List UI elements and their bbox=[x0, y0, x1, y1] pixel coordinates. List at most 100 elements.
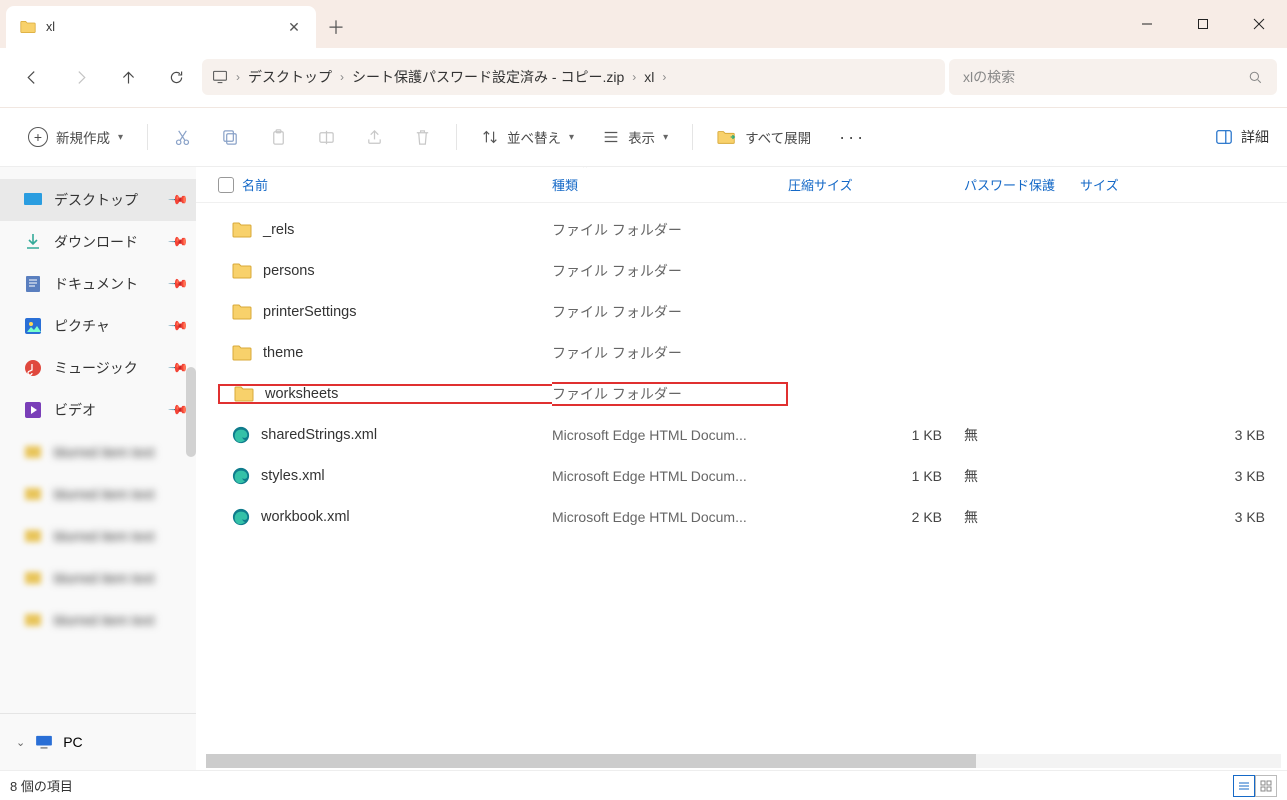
breadcrumb[interactable]: › デスクトップ › シート保護パスワード設定済み - コピー.zip › xl… bbox=[202, 59, 945, 95]
more-button[interactable]: ··· bbox=[829, 121, 876, 154]
file-row[interactable]: workbook.xmlMicrosoft Edge HTML Docum...… bbox=[218, 496, 1287, 537]
rename-button[interactable] bbox=[306, 128, 346, 147]
paste-button[interactable] bbox=[258, 128, 298, 147]
sidebar-scrollbar[interactable] bbox=[186, 367, 196, 457]
extract-icon bbox=[717, 128, 737, 146]
tab-close-button[interactable]: ✕ bbox=[286, 19, 302, 36]
search-box[interactable]: xlの検索 bbox=[949, 59, 1277, 95]
new-tab-button[interactable]: ＋ bbox=[316, 6, 356, 48]
column-name[interactable]: 名前 bbox=[242, 175, 268, 194]
sidebar-item-blurred[interactable]: blurred item text bbox=[0, 473, 196, 515]
folder-icon bbox=[20, 19, 36, 35]
file-row[interactable]: _rels ファイル フォルダー bbox=[218, 209, 1287, 250]
file-name: printerSettings bbox=[263, 304, 357, 320]
sidebar-item-icon bbox=[24, 191, 42, 209]
forward-button[interactable] bbox=[58, 55, 102, 99]
select-all-checkbox[interactable] bbox=[218, 177, 234, 193]
file-name: persons bbox=[263, 263, 315, 279]
maximize-button[interactable] bbox=[1175, 0, 1231, 48]
sidebar-item-icon bbox=[24, 401, 42, 419]
chevron-right-icon[interactable]: › bbox=[230, 70, 246, 84]
sidebar-item-icon bbox=[24, 233, 42, 251]
title-bar: xl ✕ ＋ bbox=[0, 0, 1287, 48]
sort-button[interactable]: 並べ替え ▾ bbox=[471, 121, 584, 153]
file-type: Microsoft Edge HTML Docum... bbox=[552, 427, 788, 443]
horizontal-scrollbar[interactable] bbox=[206, 754, 1281, 768]
minimize-button[interactable] bbox=[1119, 0, 1175, 48]
file-name: sharedStrings.xml bbox=[261, 427, 377, 443]
file-type: ファイル フォルダー bbox=[552, 220, 788, 240]
sidebar-item[interactable]: ミュージック 📌 bbox=[0, 347, 196, 389]
column-size[interactable]: サイズ bbox=[1080, 178, 1119, 193]
cut-button[interactable] bbox=[162, 128, 202, 147]
sidebar-item-blurred[interactable]: blurred item text bbox=[0, 599, 196, 641]
breadcrumb-segment[interactable]: デスクトップ bbox=[248, 67, 332, 87]
file-size: 3 KB bbox=[1080, 509, 1287, 525]
refresh-button[interactable] bbox=[154, 55, 198, 99]
file-compressed-size: 1 KB bbox=[788, 468, 964, 484]
file-row[interactable]: themeファイル フォルダー bbox=[218, 332, 1287, 373]
chevron-right-icon[interactable]: › bbox=[656, 70, 672, 84]
pin-icon[interactable]: 📌 bbox=[167, 189, 190, 212]
file-type: Microsoft Edge HTML Docum... bbox=[552, 509, 788, 525]
file-name: _rels bbox=[263, 222, 294, 238]
tab-title: xl bbox=[46, 20, 276, 34]
sidebar-item[interactable]: ドキュメント 📌 bbox=[0, 263, 196, 305]
view-button[interactable]: 表示 ▾ bbox=[592, 121, 678, 153]
status-bar: 8 個の項目 bbox=[0, 770, 1287, 800]
folder-icon bbox=[232, 222, 252, 238]
sidebar-item[interactable]: ピクチャ 📌 bbox=[0, 305, 196, 347]
file-row[interactable]: sharedStrings.xml Microsoft Edge HTML Doc… bbox=[218, 414, 1287, 455]
sidebar-item-blurred[interactable]: blurred item text bbox=[0, 431, 196, 473]
sidebar-item-label: ダウンロード bbox=[54, 232, 138, 252]
sidebar-item-blurred[interactable]: blurred item text bbox=[0, 515, 196, 557]
extract-all-button[interactable]: すべて展開 bbox=[707, 121, 821, 153]
sidebar-item[interactable]: ビデオ 📌 bbox=[0, 389, 196, 431]
sidebar-pc[interactable]: ⌄ PC bbox=[0, 726, 196, 758]
sidebar-item-label: デスクトップ bbox=[54, 190, 138, 210]
file-compressed-size: 1 KB bbox=[788, 427, 964, 443]
delete-button[interactable] bbox=[402, 128, 442, 147]
chevron-right-icon[interactable]: › bbox=[626, 70, 642, 84]
column-type[interactable]: 種類 bbox=[552, 178, 578, 193]
window-tab[interactable]: xl ✕ bbox=[6, 6, 316, 48]
sidebar-item-icon bbox=[24, 275, 42, 293]
plus-circle-icon: + bbox=[28, 127, 48, 147]
sidebar-item[interactable]: ダウンロード 📌 bbox=[0, 221, 196, 263]
window-controls bbox=[1119, 0, 1287, 48]
thumbnails-view-button[interactable] bbox=[1255, 775, 1277, 797]
details-pane-button[interactable]: 詳細 bbox=[1215, 127, 1269, 147]
breadcrumb-segment[interactable]: xl bbox=[644, 69, 654, 85]
chevron-right-icon[interactable]: › bbox=[334, 70, 350, 84]
search-placeholder: xlの検索 bbox=[963, 67, 1248, 87]
sidebar-item[interactable]: デスクトップ 📌 bbox=[0, 179, 196, 221]
file-row[interactable]: styles.xmlMicrosoft Edge HTML Docum...1 … bbox=[218, 455, 1287, 496]
sidebar-item-blurred[interactable]: blurred item text bbox=[0, 557, 196, 599]
column-password[interactable]: パスワード保護 bbox=[964, 178, 1055, 193]
sort-icon bbox=[481, 128, 499, 146]
column-compressed-size[interactable]: 圧縮サイズ bbox=[788, 178, 853, 193]
new-button[interactable]: + 新規作成 ▾ bbox=[18, 121, 133, 153]
file-row[interactable]: worksheetsファイル フォルダー bbox=[218, 373, 1287, 414]
share-button[interactable] bbox=[354, 128, 394, 147]
file-list-pane: 名前 ⌃ 種類 圧縮サイズ パスワード保護 サイズ _rels ファイル フォルダ… bbox=[196, 167, 1287, 770]
file-row[interactable]: printerSettingsファイル フォルダー bbox=[218, 291, 1287, 332]
navigation-bar: › デスクトップ › シート保護パスワード設定済み - コピー.zip › xl… bbox=[0, 48, 1287, 107]
pin-icon[interactable]: 📌 bbox=[167, 231, 190, 254]
pin-icon[interactable]: 📌 bbox=[167, 273, 190, 296]
close-button[interactable] bbox=[1231, 0, 1287, 48]
copy-button[interactable] bbox=[210, 128, 250, 147]
back-button[interactable] bbox=[10, 55, 54, 99]
file-type: ファイル フォルダー bbox=[552, 382, 788, 406]
sort-indicator-icon: ⌃ bbox=[581, 167, 589, 175]
file-type: Microsoft Edge HTML Docum... bbox=[552, 468, 788, 484]
file-password: 無 bbox=[964, 466, 1080, 486]
sidebar-item-icon bbox=[24, 317, 42, 335]
details-view-button[interactable] bbox=[1233, 775, 1255, 797]
up-button[interactable] bbox=[106, 55, 150, 99]
file-row[interactable]: personsファイル フォルダー bbox=[218, 250, 1287, 291]
file-password: 無 bbox=[964, 425, 1080, 445]
column-headers[interactable]: 名前 ⌃ 種類 圧縮サイズ パスワード保護 サイズ bbox=[196, 167, 1287, 203]
pin-icon[interactable]: 📌 bbox=[167, 315, 190, 338]
breadcrumb-segment[interactable]: シート保護パスワード設定済み - コピー.zip bbox=[352, 67, 624, 87]
